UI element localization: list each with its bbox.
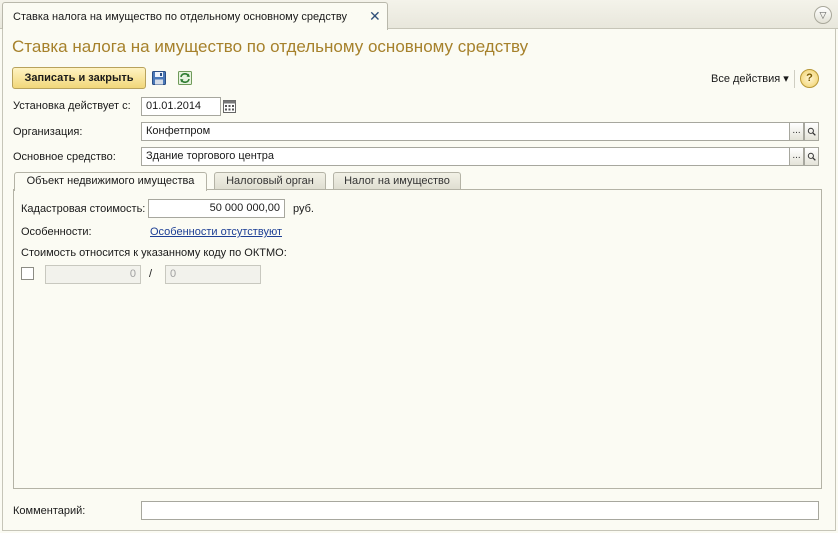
floppy-disk-icon[interactable]: [152, 71, 166, 85]
comment-field[interactable]: [141, 501, 819, 520]
organization-choose-button[interactable]: ...: [789, 122, 804, 141]
organization-search-icon[interactable]: [804, 122, 819, 141]
page-title: Ставка налога на имущество по отдельному…: [12, 37, 529, 56]
tab-property-tax[interactable]: Налог на имущество: [333, 172, 461, 190]
fixed-asset-label: Основное средство:: [13, 151, 116, 163]
tab-property-object[interactable]: Объект недвижимого имущества: [14, 172, 207, 191]
share-denominator-field[interactable]: 0: [165, 265, 261, 284]
organization-label: Организация:: [13, 126, 83, 138]
calendar-icon[interactable]: [223, 99, 236, 113]
help-icon[interactable]: ?: [800, 69, 819, 88]
oktmo-label: Стоимость относится к указанному коду по…: [21, 247, 287, 259]
start-date-label: Установка действует с:: [13, 100, 131, 112]
close-icon[interactable]: ✕: [369, 9, 381, 23]
toolbar-divider: [794, 70, 795, 88]
refresh-icon[interactable]: [178, 71, 192, 85]
share-separator: /: [149, 268, 153, 280]
document-tab-title: Ставка налога на имущество по отдельному…: [13, 11, 347, 23]
comment-label: Комментарий:: [13, 505, 86, 517]
cadastral-value-label: Кадастровая стоимость:: [21, 203, 146, 215]
tab-panel: [13, 189, 822, 489]
all-actions-menu[interactable]: Все действия ▾: [711, 72, 789, 85]
tab-tax-authority[interactable]: Налоговый орган: [214, 172, 326, 190]
features-link[interactable]: Особенности отсутствуют: [150, 226, 282, 238]
save-and-close-button[interactable]: Записать и закрыть: [12, 67, 146, 89]
cadastral-value-field[interactable]: 50 000 000,00: [148, 199, 285, 218]
features-label: Особенности:: [21, 226, 92, 238]
start-date-field[interactable]: 01.01.2014: [141, 97, 221, 116]
document-tab[interactable]: Ставка налога на имущество по отдельному…: [2, 2, 388, 30]
oktmo-checkbox[interactable]: [21, 267, 34, 280]
fixed-asset-choose-button[interactable]: ...: [789, 147, 804, 166]
fixed-asset-field[interactable]: Здание торгового центра: [141, 147, 790, 166]
tabs-menu-icon[interactable]: ▽: [814, 6, 832, 24]
fixed-asset-search-icon[interactable]: [804, 147, 819, 166]
share-numerator-field[interactable]: 0: [45, 265, 141, 284]
currency-label: руб.: [293, 203, 314, 215]
organization-field[interactable]: Конфетпром: [141, 122, 790, 141]
